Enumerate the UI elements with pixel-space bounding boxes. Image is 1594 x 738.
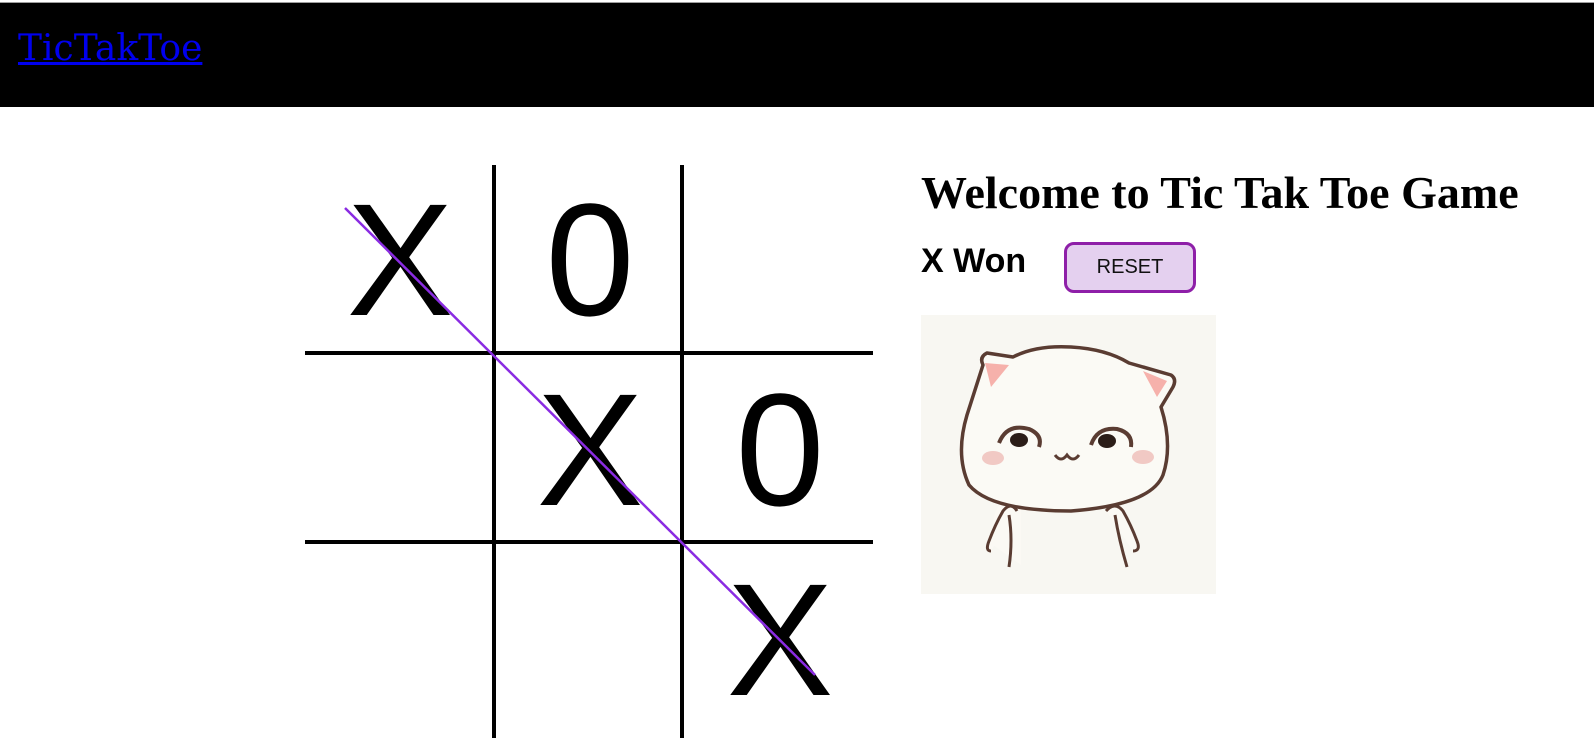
board-cell-8[interactable] <box>495 545 685 735</box>
game-status: X Won <box>921 242 1027 280</box>
navbar: TicTakToe <box>0 2 1594 107</box>
game-board: X 0 X 0 X <box>305 165 873 738</box>
board-cell-6[interactable]: 0 <box>685 355 875 545</box>
board-cell-4[interactable] <box>305 355 495 545</box>
brand-link[interactable]: TicTakToe <box>18 31 202 67</box>
reset-button[interactable]: RESET <box>1064 242 1196 293</box>
cat-sticker-image <box>921 315 1216 594</box>
board-divider-v1 <box>492 165 496 738</box>
board-divider-h2 <box>305 540 873 544</box>
board-cell-2[interactable]: 0 <box>495 165 685 355</box>
board-cell-9[interactable]: X <box>685 545 875 735</box>
side-panel: Welcome to Tic Tak Toe Game X Won RESET <box>921 165 1519 594</box>
board-cell-7[interactable] <box>305 545 495 735</box>
board-cell-5[interactable]: X <box>495 355 685 545</box>
board-cell-3[interactable] <box>685 165 875 355</box>
welcome-heading: Welcome to Tic Tak Toe Game <box>921 167 1519 218</box>
board-cell-1[interactable]: X <box>305 165 495 355</box>
cat-icon <box>959 344 1177 568</box>
board-divider-h1 <box>305 351 873 355</box>
board-divider-v2 <box>680 165 684 738</box>
